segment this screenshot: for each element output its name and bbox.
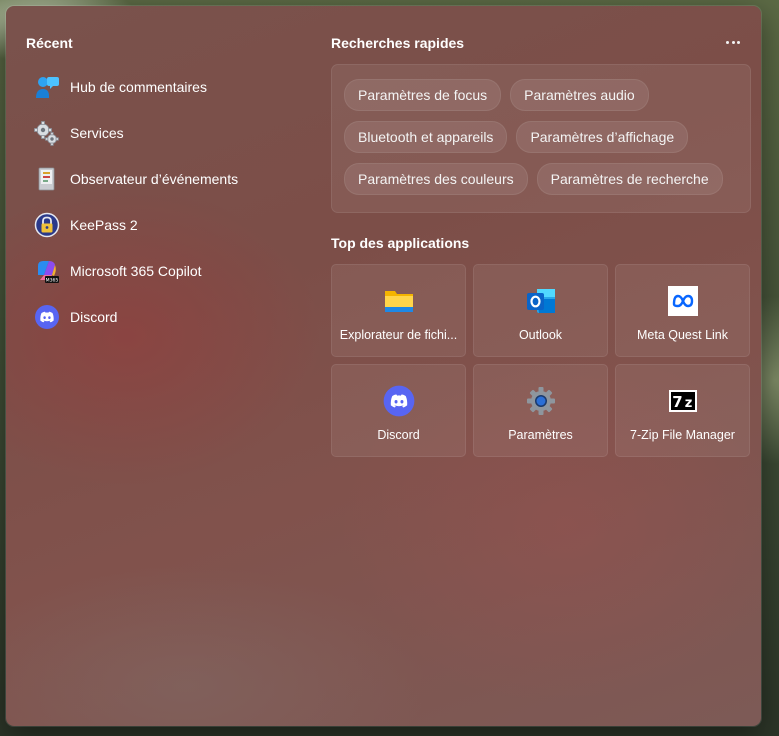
recent-item-microsoft-365-copilot[interactable]: M365 Microsoft 365 Copilot [26,248,306,294]
quick-searches-box: Paramètres de focus Paramètres audio Blu… [331,64,751,213]
recent-item-label: Discord [70,309,118,325]
discord-icon [34,304,60,330]
app-tile-label: Meta Quest Link [636,328,728,342]
recent-item-services[interactable]: Services [26,110,306,156]
settings-gear-icon [525,385,557,417]
more-options-button[interactable] [718,30,748,54]
app-tile-label: Explorateur de fichi... [339,328,458,342]
recent-list: Hub de commentaires Services Observateur… [26,64,306,340]
app-tile-settings[interactable]: Paramètres [473,364,608,457]
quick-search-row: Paramètres des couleurs Paramètres de re… [344,163,723,195]
svg-text:7: 7 [672,393,682,411]
app-tile-meta-quest-link[interactable]: Meta Quest Link [615,264,750,357]
quick-search-color-settings[interactable]: Paramètres des couleurs [344,163,528,195]
top-apps-title: Top des applications [331,235,470,251]
meta-icon [667,285,699,317]
recent-item-label: Services [70,125,124,141]
recent-item-label: Microsoft 365 Copilot [70,263,202,279]
file-explorer-icon [383,285,415,317]
event-viewer-icon [34,166,60,192]
top-apps-grid: Explorateur de fichi... Outlook Meta Que… [331,264,751,457]
feedback-hub-icon [34,74,60,100]
app-tile-file-explorer[interactable]: Explorateur de fichi... [331,264,466,357]
app-tile-7zip[interactable]: 7 z 7-Zip File Manager [615,364,750,457]
7zip-icon: 7 z [667,385,699,417]
quick-search-row: Bluetooth et appareils Paramètres d’affi… [344,121,689,153]
recent-item-label: KeePass 2 [70,217,138,233]
svg-text:z: z [684,396,692,411]
more-dots-icon [726,40,740,44]
quick-search-bluetooth-devices[interactable]: Bluetooth et appareils [344,121,508,153]
quick-search-search-settings[interactable]: Paramètres de recherche [536,163,723,195]
svg-text:M365: M365 [46,278,59,284]
microsoft-365-copilot-icon: M365 [34,258,60,284]
recent-item-label: Hub de commentaires [70,79,207,95]
quick-searches-title: Recherches rapides [331,35,465,51]
app-tile-label: Paramètres [508,428,573,442]
quick-search-focus-settings[interactable]: Paramètres de focus [344,79,502,111]
services-gears-icon [34,120,60,146]
app-tile-label: 7-Zip File Manager [630,428,735,442]
recent-item-event-viewer[interactable]: Observateur d’événements [26,156,306,202]
recent-title: Récent [26,35,73,51]
quick-search-audio-settings[interactable]: Paramètres audio [510,79,649,111]
search-home-panel: Récent Recherches rapides Hub de comment… [6,6,761,726]
app-tile-label: Outlook [518,328,563,342]
outlook-icon [525,285,557,317]
quick-search-display-settings[interactable]: Paramètres d’affichage [516,121,689,153]
discord-icon [383,385,415,417]
recent-item-discord[interactable]: Discord [26,294,306,340]
recent-item-feedback-hub[interactable]: Hub de commentaires [26,64,306,110]
app-tile-label: Discord [377,428,420,442]
app-tile-outlook[interactable]: Outlook [473,264,608,357]
keepass-icon [34,212,60,238]
quick-search-row: Paramètres de focus Paramètres audio [344,79,649,111]
app-tile-discord[interactable]: Discord [331,364,466,457]
recent-item-label: Observateur d’événements [70,171,239,187]
recent-item-keepass[interactable]: KeePass 2 [26,202,306,248]
